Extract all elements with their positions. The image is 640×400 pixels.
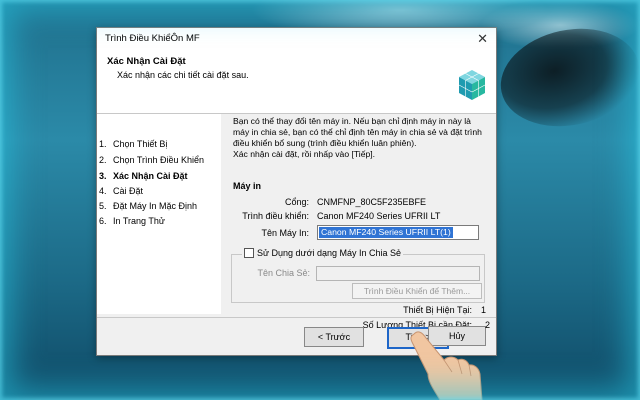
- share-checkbox[interactable]: [244, 248, 254, 258]
- installer-cube-icon: [458, 70, 486, 100]
- close-icon[interactable]: ✕: [477, 31, 488, 47]
- share-group: Sử Dụng dưới dạng Máy In Chia Sẻ Tên Chi…: [231, 248, 485, 303]
- current-devices-value: 1: [480, 305, 486, 315]
- share-name-label: Tên Chia Sẻ:: [257, 268, 310, 278]
- steps-list: 1. Chọn Thiết Bị 2. Chọn Trình Điều Khiển …: [97, 114, 221, 314]
- port-value: CNMFNP_80C5F235EBFE: [317, 197, 427, 207]
- printer-name-label: Tên Máy In:: [261, 228, 309, 238]
- additional-driver-button[interactable]: Trình Điều Khiển để Thêm...: [352, 283, 482, 299]
- back-button[interactable]: < Trước: [304, 327, 364, 347]
- title-bar: Trình Điều KhiểÔn MF ✕: [97, 28, 496, 50]
- description-text: Bạn có thể thay đổi tên máy in. Nếu bạn …: [233, 116, 482, 159]
- step-item-active: 3. Xác Nhận Cài Đặt: [99, 171, 188, 181]
- step-item: 4. Cài Đặt: [99, 186, 144, 196]
- content-panel: Bạn có thể thay đổi tên máy in. Nếu bạn …: [223, 114, 492, 315]
- devices-to-install-value: 2: [484, 320, 490, 330]
- page-title: Xác Nhận Cài Đặt: [107, 56, 186, 67]
- installer-dialog: Trình Điều KhiểÔn MF ✕ Xác Nhận Cài Đặt …: [96, 27, 497, 356]
- share-name-input[interactable]: [316, 266, 480, 281]
- driver-value: Canon MF240 Series UFRII LT: [317, 211, 441, 221]
- page-subtitle: Xác nhận các chi tiết cài đặt sau.: [117, 70, 249, 80]
- port-label: Cổng:: [284, 197, 309, 207]
- window-title: Trình Điều KhiểÔn MF: [105, 33, 200, 44]
- step-item: 6. In Trang Thử: [99, 216, 165, 226]
- driver-label: Trình điều khiển:: [242, 211, 309, 221]
- share-checkbox-row[interactable]: Sử Dụng dưới dạng Máy In Chia Sẻ: [242, 248, 404, 258]
- step-item: 5. Đặt Máy In Mặc Định: [99, 201, 198, 211]
- share-checkbox-label: Sử Dụng dưới dạng Máy In Chia Sẻ: [257, 248, 402, 258]
- dialog-header: Xác Nhận Cài Đặt Xác nhận các chi tiết c…: [97, 50, 496, 114]
- current-devices-label: Thiết Bị Hiện Tại:: [403, 305, 472, 315]
- step-item: 2. Chọn Trình Điều Khiển: [99, 155, 205, 165]
- printer-section-title: Máy in: [233, 181, 262, 191]
- printer-name-selected-text: Canon MF240 Series UFRII LT(1): [319, 227, 453, 238]
- step-item: 1. Chọn Thiết Bị: [99, 139, 168, 149]
- pointing-hand-icon: [410, 331, 483, 400]
- printer-name-input[interactable]: Canon MF240 Series UFRII LT(1): [317, 225, 479, 240]
